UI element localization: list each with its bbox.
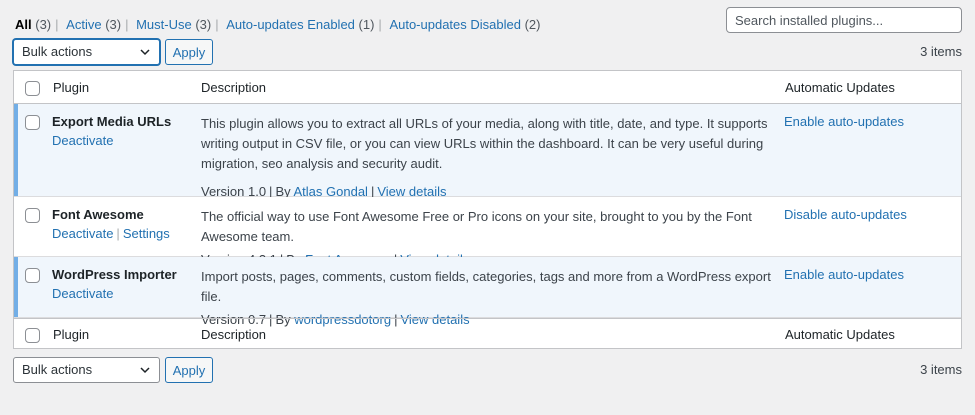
column-footer-description: Description bbox=[201, 327, 267, 342]
select-all-checkbox[interactable] bbox=[25, 81, 40, 96]
column-footer-automatic-updates: Automatic Updates bbox=[785, 327, 895, 342]
table-header-row: Plugin Description Automatic Updates bbox=[14, 71, 961, 104]
tablenav-top: Bulk actions Apply 3 items bbox=[13, 39, 962, 65]
plugin-name: Font Awesome bbox=[52, 207, 144, 222]
table-footer-row: Plugin Description Automatic Updates bbox=[14, 318, 961, 348]
column-header-automatic-updates: Automatic Updates bbox=[785, 80, 895, 95]
filter-all[interactable]: All (3) bbox=[15, 17, 51, 32]
apply-button[interactable]: Apply bbox=[165, 39, 213, 65]
deactivate-link[interactable]: Deactivate bbox=[52, 133, 113, 148]
filter-active[interactable]: Active (3) bbox=[66, 17, 121, 32]
plugin-row-wordpress-importer: WordPress Importer Deactivate Import pos… bbox=[14, 257, 961, 327]
chevron-down-icon bbox=[140, 49, 150, 56]
active-indicator bbox=[14, 257, 18, 317]
plugin-name: WordPress Importer bbox=[52, 267, 177, 282]
apply-button[interactable]: Apply bbox=[165, 357, 213, 383]
row-actions: Deactivate | Settings bbox=[52, 226, 170, 241]
plugin-name: Export Media URLs bbox=[52, 114, 172, 129]
plugin-description: This plugin allows you to extract all UR… bbox=[201, 114, 776, 202]
plugin-row-font-awesome: Font Awesome Deactivate | Settings The off… bbox=[14, 197, 961, 267]
plugin-status-filters: All (3) | Active (3) | Must-Use (3) | Auto-… bbox=[15, 16, 540, 34]
row-actions: Deactivate bbox=[52, 133, 113, 148]
search-plugins-input[interactable] bbox=[726, 7, 962, 33]
filter-separator: | bbox=[378, 17, 382, 32]
plugin-row-export-media-urls: Export Media URLs Deactivate This plugin… bbox=[14, 104, 961, 199]
bulk-actions-selected-value: Bulk actions bbox=[22, 362, 93, 377]
bulk-actions-select[interactable]: Bulk actions bbox=[13, 357, 160, 383]
items-count: 3 items bbox=[920, 44, 962, 59]
select-all-checkbox[interactable] bbox=[25, 328, 40, 343]
plugin-checkbox[interactable] bbox=[25, 268, 40, 283]
tablenav-bottom: Bulk actions Apply 3 items bbox=[13, 357, 962, 383]
plugins-table: Plugin Description Automatic Updates Exp… bbox=[13, 70, 962, 349]
deactivate-link[interactable]: Deactivate bbox=[52, 226, 113, 241]
enable-auto-updates-link[interactable]: Enable auto-updates bbox=[784, 267, 904, 282]
deactivate-link[interactable]: Deactivate bbox=[52, 286, 113, 301]
filter-must-use[interactable]: Must-Use (3) bbox=[136, 17, 211, 32]
filter-separator: | bbox=[55, 17, 59, 32]
active-indicator bbox=[14, 104, 18, 196]
column-header-plugin: Plugin bbox=[53, 80, 90, 95]
plugin-checkbox[interactable] bbox=[25, 115, 40, 130]
chevron-down-icon bbox=[140, 367, 150, 374]
bulk-actions-selected-value: Bulk actions bbox=[22, 44, 93, 59]
column-footer-plugin: Plugin bbox=[53, 327, 90, 342]
filter-separator: | bbox=[215, 17, 219, 32]
plugin-checkbox[interactable] bbox=[25, 208, 40, 223]
bulk-actions-select[interactable]: Bulk actions bbox=[13, 39, 160, 65]
settings-link[interactable]: Settings bbox=[123, 226, 170, 241]
row-actions: Deactivate bbox=[52, 286, 113, 301]
filter-auto-updates-enabled[interactable]: Auto-updates Enabled (1) bbox=[226, 17, 374, 32]
filter-separator: | bbox=[125, 17, 129, 32]
disable-auto-updates-link[interactable]: Disable auto-updates bbox=[784, 207, 907, 222]
column-header-description: Description bbox=[201, 80, 267, 95]
enable-auto-updates-link[interactable]: Enable auto-updates bbox=[784, 114, 904, 129]
items-count: 3 items bbox=[920, 362, 962, 377]
filter-auto-updates-disabled[interactable]: Auto-updates Disabled (2) bbox=[389, 17, 540, 32]
